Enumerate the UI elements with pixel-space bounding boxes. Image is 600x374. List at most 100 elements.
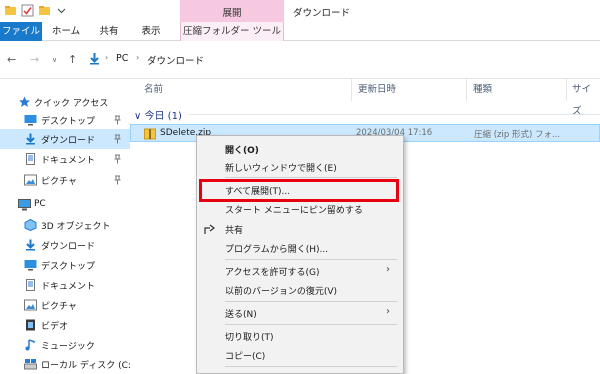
folder-icon <box>5 6 16 15</box>
tab-view[interactable]: 表示 <box>133 22 169 41</box>
pin-icon <box>114 175 121 185</box>
up-arrow-icon[interactable]: ↑ <box>68 53 77 66</box>
nav-item-music[interactable]: ミュージック <box>0 335 130 355</box>
window-title: ダウンロード <box>293 8 351 19</box>
menu-item-share[interactable]: 共有 <box>197 219 403 239</box>
menu-item-label: 送る(N) <box>225 310 257 320</box>
column-header-name[interactable]: 名前 <box>144 79 163 101</box>
star-icon <box>19 96 30 107</box>
nav-item-pictures[interactable]: ピクチャ <box>0 295 130 315</box>
breadcrumb-separator-icon[interactable]: › <box>136 53 139 62</box>
checkbox-icon[interactable] <box>21 4 34 17</box>
column-divider[interactable] <box>466 79 467 101</box>
submenu-chevron-icon: › <box>386 264 390 275</box>
forward-arrow-icon[interactable]: → <box>30 53 39 66</box>
music-icon <box>25 339 35 351</box>
column-header-size[interactable]: サイズ <box>572 79 600 117</box>
menu-item-label: アクセスを許可する(G) <box>225 268 320 278</box>
breadcrumb-pc[interactable]: PC <box>116 53 128 64</box>
menu-item-open-with[interactable]: プログラムから開く(H)... <box>197 238 403 258</box>
nav-item-desktop[interactable]: デスクトップ <box>0 255 130 275</box>
menu-item-restore-previous[interactable]: 以前のバージョンの復元(V) <box>197 280 403 300</box>
nav-quick-access-label: クイック アクセス <box>34 99 109 109</box>
nav-item-desktop[interactable]: デスクトップ <box>0 110 130 130</box>
highlight-box <box>199 179 399 202</box>
menu-item-label: 以前のバージョンの復元(V) <box>225 287 337 297</box>
nav-item-videos[interactable]: ビデオ <box>0 315 130 335</box>
group-divider <box>188 114 600 115</box>
share-icon <box>204 224 215 234</box>
pin-icon <box>114 134 121 144</box>
tab-compressed-folder-tools[interactable]: 圧縮フォルダー ツール <box>180 22 284 41</box>
recent-locations-chevron-icon[interactable]: ∨ <box>52 56 57 64</box>
breadcrumb-separator-icon[interactable]: › <box>105 53 108 62</box>
menu-item-label: 切り取り(T) <box>225 333 274 343</box>
nav-item-label: ダウンロード <box>41 136 96 146</box>
nav-item-label: ピクチャ <box>41 302 77 312</box>
nav-item-label: ダウンロード <box>41 242 96 252</box>
menu-item-give-access[interactable]: アクセスを許可する(G) › <box>197 261 403 281</box>
pin-icon <box>114 154 121 164</box>
ribbon-tab-row: ファイル ホーム 共有 表示 圧縮フォルダー ツール <box>0 22 600 41</box>
download-arrow-icon <box>26 239 35 251</box>
menu-separator <box>225 324 397 325</box>
navigation-pane: クイック アクセス デスクトップ ダウンロード ドキュメント ピクチャ PC 3… <box>0 79 134 374</box>
nav-this-pc[interactable]: PC <box>0 195 130 215</box>
desktop-icon <box>24 260 37 271</box>
group-header-today[interactable]: ∨ 今日 (1) <box>134 107 182 122</box>
nav-item-label: デスクトップ <box>41 262 96 272</box>
download-arrow-icon <box>26 133 35 145</box>
pictures-icon <box>24 299 37 311</box>
zip-folder-icon <box>144 128 156 140</box>
nav-item-label: ローカル ディスク (C:) <box>41 361 135 371</box>
menu-item-label: プログラムから開く(H)... <box>225 245 329 255</box>
nav-item-documents[interactable]: ドキュメント <box>0 275 130 295</box>
menu-item-cut[interactable]: 切り取り(T) <box>197 326 403 346</box>
menu-item-label: 開く(O) <box>225 146 259 156</box>
menu-item-pin-to-start[interactable]: スタート メニューにピン留めする <box>197 199 403 219</box>
nav-item-label: 3D オブジェクト <box>41 222 111 232</box>
nav-item-downloads[interactable]: ダウンロード <box>0 235 130 255</box>
menu-item-open[interactable]: 開く(O) <box>197 139 403 159</box>
new-folder-icon[interactable] <box>38 4 51 17</box>
nav-item-3d-objects[interactable]: 3D オブジェクト <box>0 215 130 235</box>
group-chevron-icon: ∨ <box>134 111 145 122</box>
menu-item-copy[interactable]: コピー(C) <box>197 345 403 365</box>
computer-icon <box>18 199 31 211</box>
menu-separator <box>225 366 397 367</box>
title-bar: 展開 ダウンロード <box>0 0 600 22</box>
menu-item-send-to[interactable]: 送る(N) › <box>197 303 403 323</box>
chevron-down-icon[interactable] <box>55 4 68 17</box>
column-header-type[interactable]: 種類 <box>473 79 492 101</box>
column-divider[interactable] <box>566 79 567 101</box>
3d-objects-icon <box>24 219 37 231</box>
nav-item-label: ピクチャ <box>41 177 77 187</box>
breadcrumb-downloads[interactable]: ダウンロード <box>147 53 204 67</box>
nav-item-label: ミュージック <box>41 342 95 352</box>
nav-item-local-disk[interactable]: ローカル ディスク (C:) <box>0 354 134 374</box>
tab-file[interactable]: ファイル <box>0 22 42 41</box>
nav-this-pc-label: PC <box>34 199 46 209</box>
menu-separator <box>225 259 397 260</box>
menu-item-label: 共有 <box>225 226 244 236</box>
pin-icon <box>114 115 121 125</box>
address-row: ← → ∨ ↑ › PC › ダウンロード <box>0 41 600 79</box>
document-icon <box>26 279 35 291</box>
nav-item-downloads[interactable]: ダウンロード <box>0 129 130 149</box>
nav-item-label: ドキュメント <box>41 156 96 166</box>
menu-separator <box>225 177 397 178</box>
contextual-tab-group-label: 展開 <box>222 8 242 19</box>
column-divider[interactable] <box>351 79 352 101</box>
menu-item-label: コピー(C) <box>225 352 266 362</box>
file-type: 圧縮 (zip 形式) フォ... <box>474 130 561 140</box>
nav-item-documents[interactable]: ドキュメント <box>0 149 130 169</box>
nav-quick-access[interactable]: クイック アクセス <box>0 92 130 112</box>
nav-item-pictures[interactable]: ピクチャ <box>0 170 130 190</box>
menu-item-open-new-window[interactable]: 新しいウィンドウで開く(E) <box>197 157 403 177</box>
address-bar[interactable]: › PC › ダウンロード <box>84 49 594 69</box>
back-arrow-icon[interactable]: ← <box>7 53 16 66</box>
column-header-date[interactable]: 更新日時 <box>358 79 396 101</box>
tab-home[interactable]: ホーム <box>49 22 83 41</box>
tab-share[interactable]: 共有 <box>94 22 124 41</box>
video-icon <box>26 319 35 331</box>
